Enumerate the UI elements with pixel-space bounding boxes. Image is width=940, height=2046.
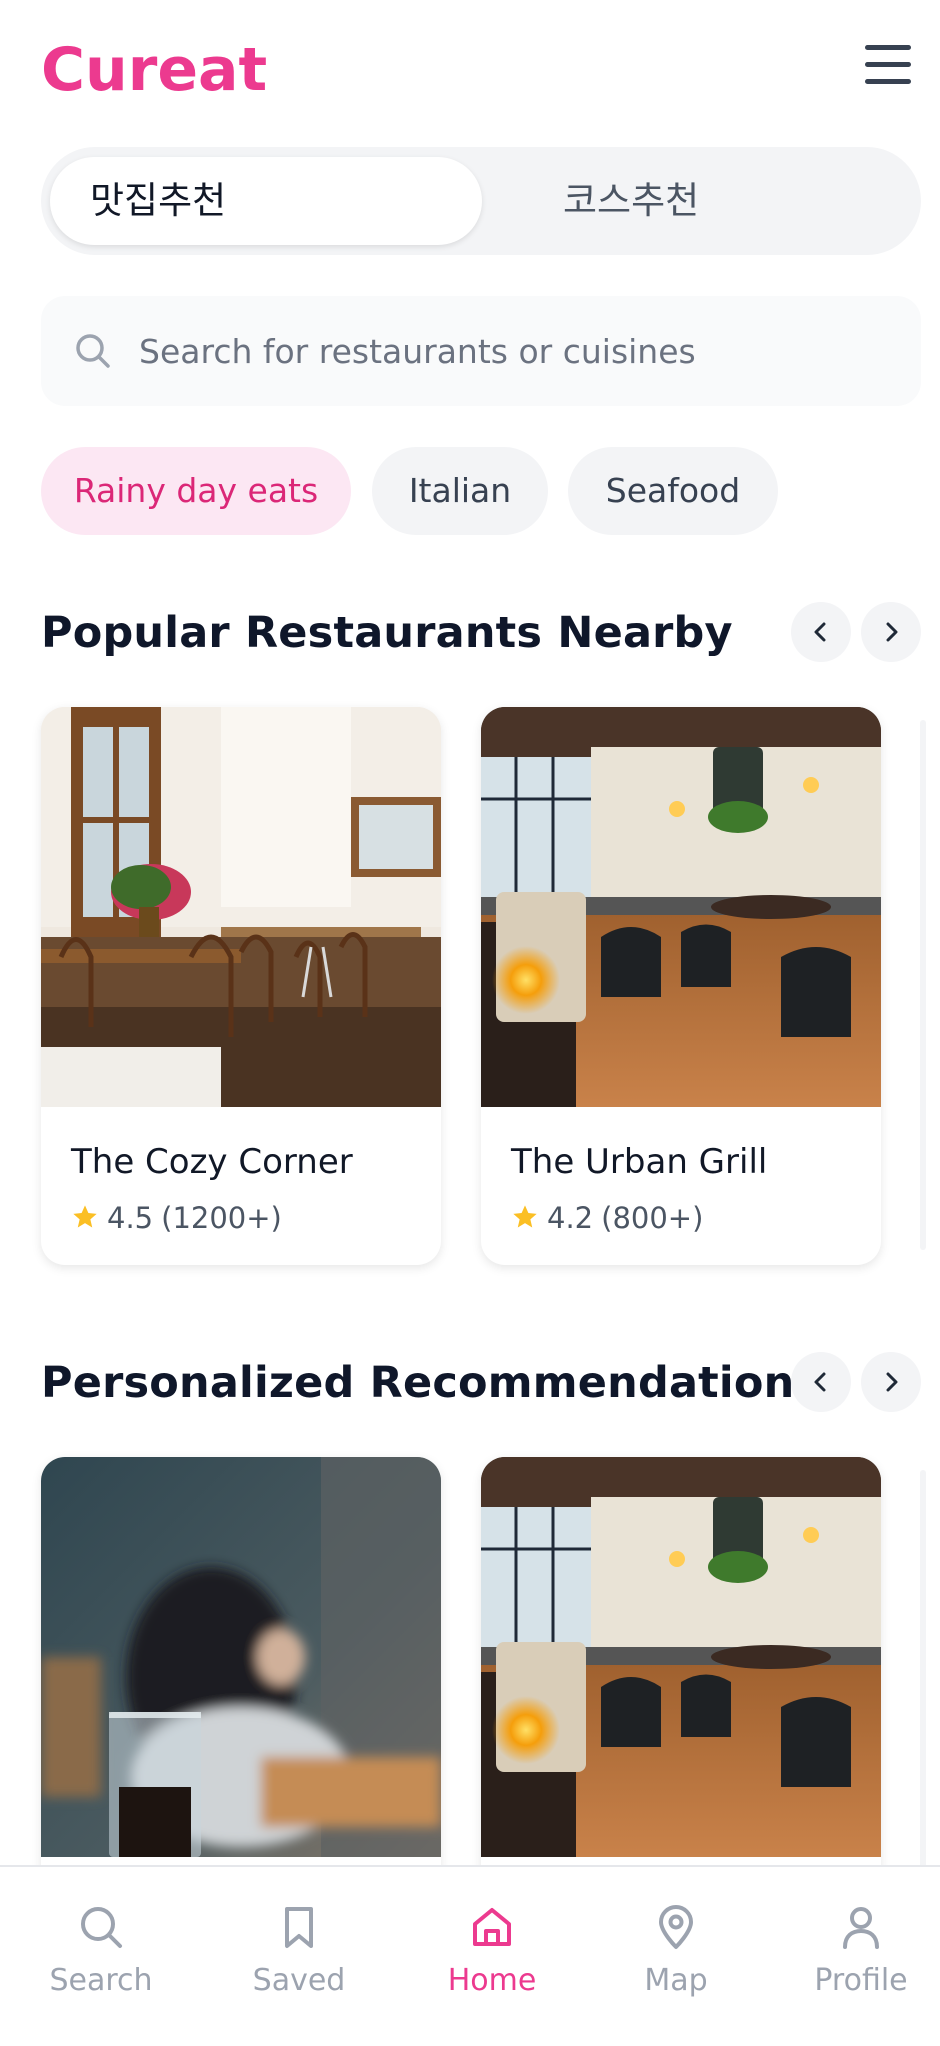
search-icon [76,334,110,368]
tab-course-recommendation[interactable]: 코스추천 [513,157,913,245]
star-icon [513,1205,537,1228]
home-icon [473,1908,511,1946]
chevron-left-icon [814,1372,826,1392]
nav-map[interactable]: Map [601,1903,751,2023]
restaurant-photo [481,1457,881,1857]
restaurant-rating: 4.5 (1200+) [71,1201,282,1235]
chip-italian[interactable]: Italian [372,447,548,535]
nav-profile[interactable]: Profile [786,1903,936,2023]
nav-search[interactable]: Search [26,1903,176,2023]
search-icon [81,1907,122,1948]
review-count: (800+) [601,1201,704,1235]
nav-label: Home [447,1963,537,1998]
chevron-left-icon [814,622,826,642]
chevron-right-icon [886,1372,898,1392]
restaurant-card[interactable]: The Urban Grill 4.2 (800+) [481,707,881,1265]
bookmark-icon [285,1907,313,1948]
section-title-popular: Popular Restaurants Nearby [41,608,733,658]
section-title-personalized: Personalized Recommendations [41,1358,821,1408]
nav-label: Saved [252,1963,346,1998]
star-icon [73,1205,97,1228]
personalized-prev-button[interactable] [791,1352,851,1412]
home-screen: Cureat 맛집추천 코스추천 Rainy day eats Italian … [0,0,940,2046]
app-header: Cureat [41,30,913,110]
search-bar[interactable] [41,296,921,406]
review-count: (1200+) [161,1201,282,1235]
personalized-next-button[interactable] [861,1352,921,1412]
nav-label: Search [49,1963,153,1998]
restaurant-card[interactable]: The Cozy Corner 4.5 (1200+) [41,707,441,1265]
hamburger-menu-icon[interactable] [865,43,913,87]
map-pin-icon [659,1905,693,1949]
nav-label: Map [644,1963,708,1998]
restaurant-name: The Urban Grill [511,1142,768,1182]
chip-rainy-day-eats[interactable]: Rainy day eats [41,447,351,535]
chevron-right-icon [886,622,898,642]
recommendation-type-toggle: 맛집추천 코스추천 [41,147,921,255]
popular-prev-button[interactable] [791,602,851,662]
bottom-navigation: Search Saved Home Map Profile [0,1865,940,2046]
tab-restaurant-recommendation[interactable]: 맛집추천 [50,157,482,245]
nav-saved[interactable]: Saved [224,1903,374,2023]
rating-value: 4.5 [107,1201,154,1235]
next-card-edge [920,720,926,1250]
restaurant-photo [481,707,881,1107]
menu-line [865,45,911,50]
restaurant-name: The Cozy Corner [71,1142,353,1182]
restaurant-photo [41,1457,441,1857]
menu-line [865,79,911,84]
restaurant-rating: 4.2 (800+) [511,1201,703,1235]
chip-seafood[interactable]: Seafood [568,447,778,535]
menu-line [865,62,911,67]
restaurant-photo [41,707,441,1107]
popular-next-button[interactable] [861,602,921,662]
rating-value: 4.2 [547,1201,594,1235]
brand-logo[interactable]: Cureat [41,30,267,110]
user-icon [843,1907,879,1949]
nav-label: Profile [814,1963,908,1998]
next-card-edge [920,1470,926,1870]
nav-home[interactable]: Home [417,1903,567,2023]
search-input[interactable] [139,316,899,386]
